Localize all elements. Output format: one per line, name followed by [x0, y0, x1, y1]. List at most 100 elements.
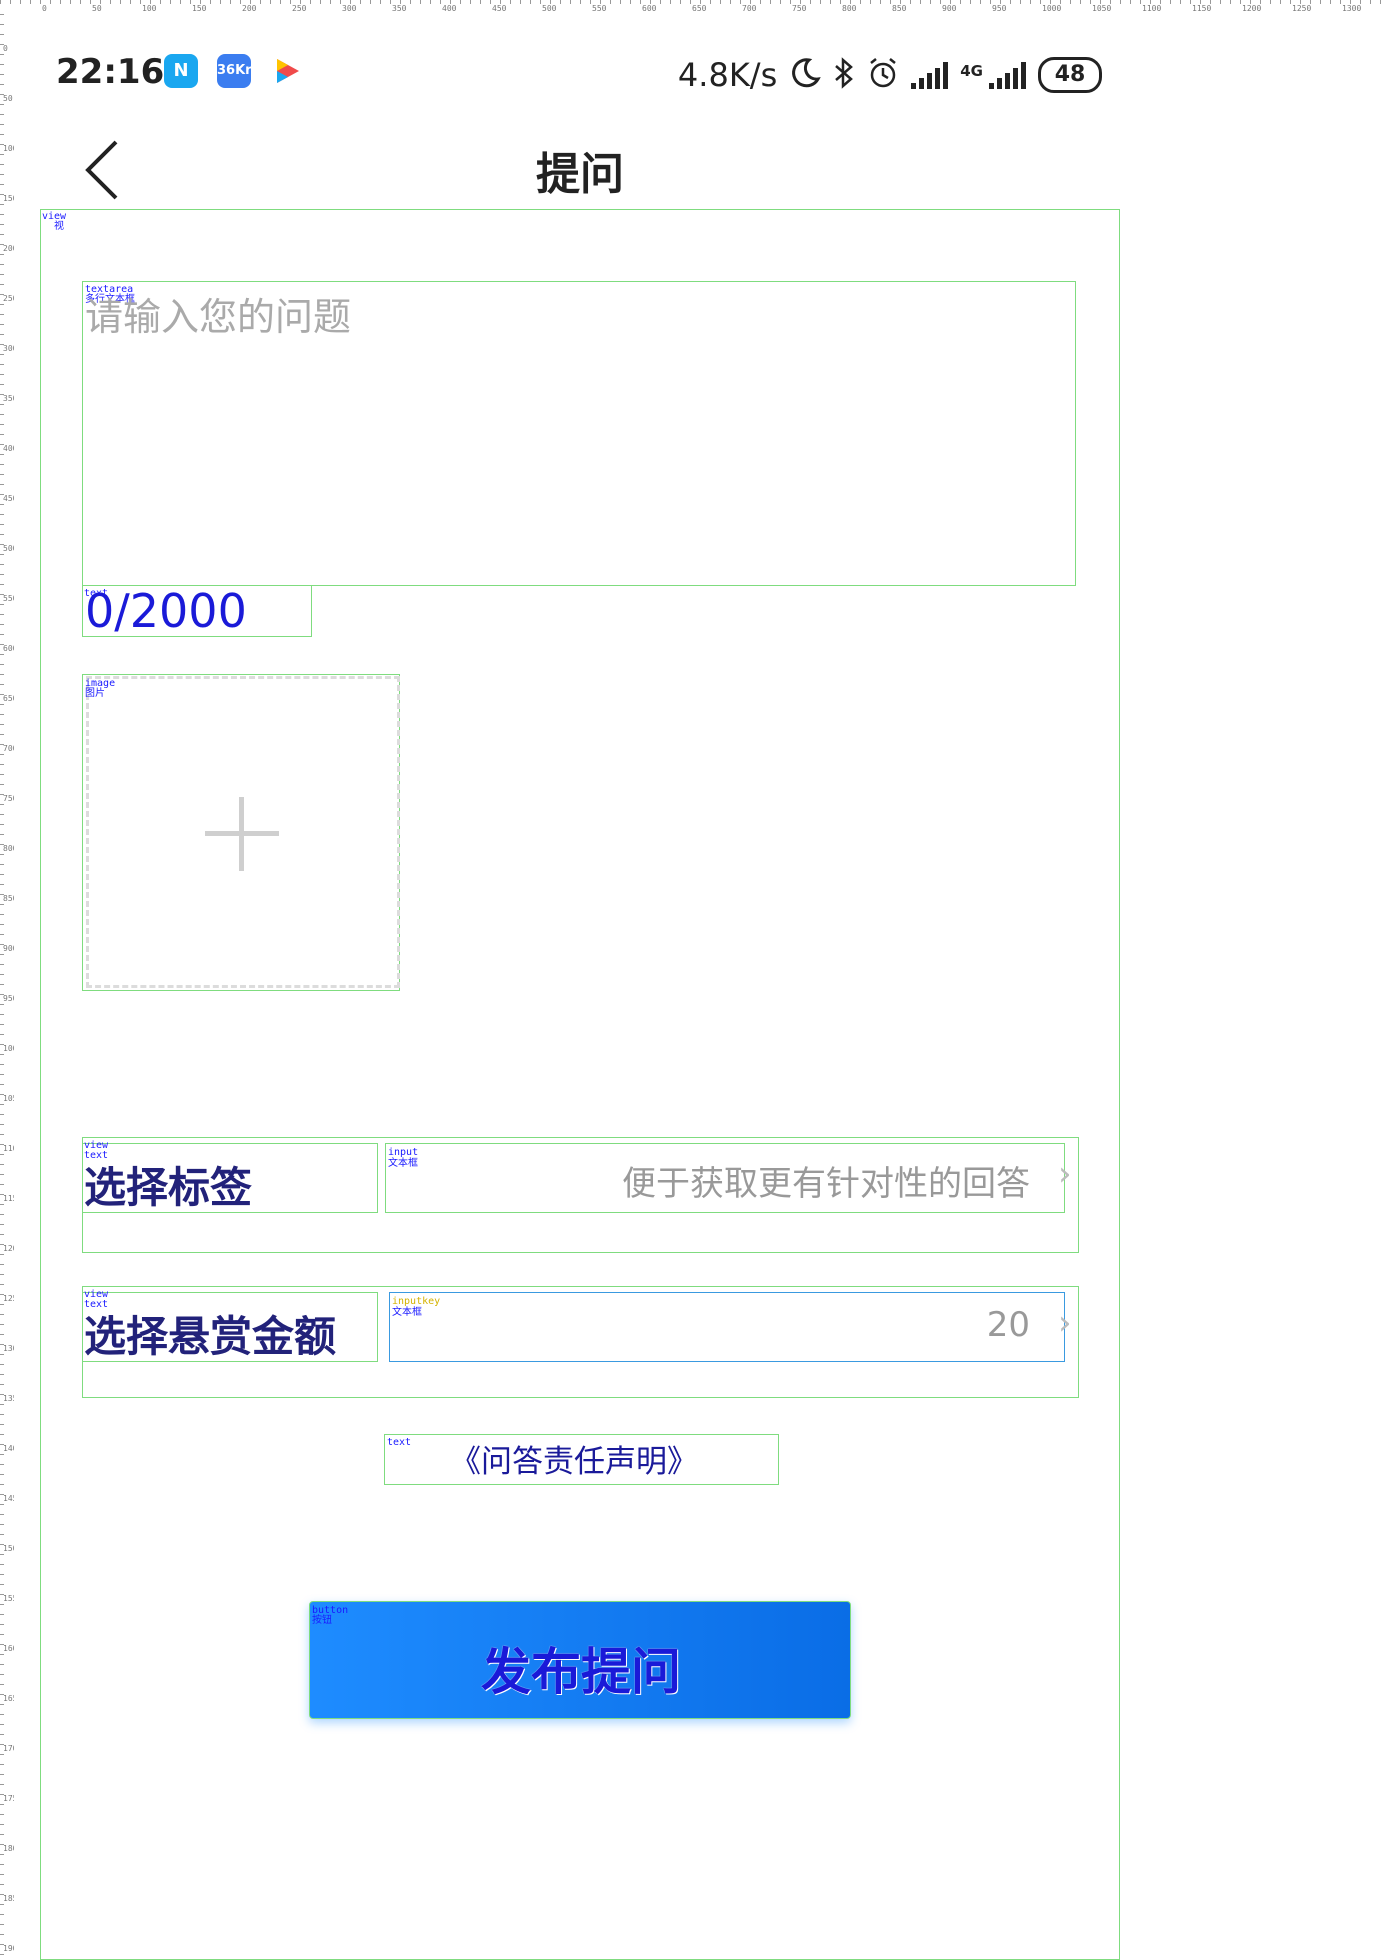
status-right: 4.8K/s 4G 48: [678, 50, 1102, 100]
question-placeholder: 请输入您的问题: [85, 295, 352, 339]
ruler-tick: 1600: [3, 1644, 14, 1653]
ruler-tick: 1450: [3, 1494, 14, 1503]
ruler-tick: 50: [92, 4, 102, 13]
ruler-tick: 1300: [3, 1344, 14, 1353]
ruler-tick: 1150: [3, 1194, 14, 1203]
ruler-tick: 500: [542, 4, 557, 13]
ruler-tick: 700: [3, 744, 14, 753]
ruler-tick: 600: [642, 4, 657, 13]
top-ruler: 0 50 100 150 200 250 300 350 400 450 500 550 600 650 7…: [0, 0, 1384, 14]
ruler-tick: 1400: [3, 1444, 14, 1453]
debug-image-sub: 图片: [85, 688, 105, 699]
mobile-signal-4g: 4G: [960, 61, 1026, 89]
network-type-label: 4G: [960, 62, 983, 80]
ruler-tick: 300: [342, 4, 357, 13]
chevron-right-icon[interactable]: ›: [1058, 1154, 1072, 1194]
page-title: 提问: [536, 149, 624, 200]
tag-label: 选择标签: [84, 1163, 253, 1212]
ruler-tick: 1500: [3, 1544, 14, 1553]
ruler-tick: 850: [3, 894, 14, 903]
ruler-tick: 1650: [3, 1694, 14, 1703]
debug-input-tag: input: [388, 1147, 419, 1158]
publish-button-label: 发布提问: [481, 1643, 681, 1701]
ruler-tick: 650: [692, 4, 707, 13]
plus-icon: [205, 797, 279, 871]
ruler-tick: 600: [3, 644, 14, 653]
disclaimer-link[interactable]: 《问答责任声明》: [450, 1436, 698, 1481]
debug-button-sub: 按钮: [312, 1615, 332, 1626]
moon-icon: [789, 57, 822, 94]
ruler-tick: 1250: [3, 1294, 14, 1303]
ruler-tick: 1550: [3, 1594, 14, 1603]
ruler-tick: 1200: [1242, 4, 1262, 13]
ruler-tick: 1100: [1142, 4, 1162, 13]
alarm-icon: [867, 57, 899, 94]
ruler-tick: 300: [3, 344, 14, 353]
debug-inputkey-sub: 文本框: [392, 1307, 422, 1318]
ruler-tick: 1050: [3, 1094, 14, 1103]
tag-placeholder: 便于获取更有针对性的回答: [622, 1164, 1030, 1204]
char-counter: 0/2000: [85, 584, 247, 638]
debug-input-sub: 文本框: [388, 1158, 418, 1169]
ruler-tick: 800: [842, 4, 857, 13]
ruler-tick: 350: [392, 4, 407, 13]
net-speed: 4.8K/s: [677, 56, 778, 94]
ruler-tick: 1200: [3, 1244, 14, 1253]
ruler-tick: 100: [142, 4, 157, 13]
ruler-tick: 1100: [3, 1144, 14, 1153]
ruler-tick: 800: [3, 844, 14, 853]
ruler-tick: 1250: [1292, 4, 1312, 13]
debug-inputkey-tag: inputkey: [392, 1296, 441, 1307]
battery-icon: 48: [1038, 57, 1102, 93]
ruler-tick: 400: [442, 4, 457, 13]
ruler-tick: 900: [942, 4, 957, 13]
ruler-tick: 200: [242, 4, 257, 13]
ruler-tick: 150: [192, 4, 207, 13]
ruler-tick: 950: [3, 994, 14, 1003]
36kr-icon: 36Kr: [217, 54, 252, 88]
publish-button[interactable]: button 按钮 发布提问: [309, 1601, 851, 1719]
ruler-tick: 1000: [1042, 4, 1062, 13]
signal-4g-icon: [989, 61, 1026, 89]
reward-label: 选择悬赏金额: [84, 1312, 337, 1361]
ruler-tick: 1300: [1342, 4, 1362, 13]
reward-value: 20: [986, 1305, 1030, 1345]
ruler-tick: 550: [592, 4, 607, 13]
ruler-tick: 1700: [3, 1744, 14, 1753]
ruler-tick: 700: [742, 4, 757, 13]
status-time: 22:16: [56, 52, 165, 92]
ruler-tick: 450: [492, 4, 507, 13]
status-bar: 22:16 N 36Kr 4.8K/s 4G 48: [40, 50, 1120, 100]
ruler-tick: 650: [3, 694, 14, 703]
debug-disclaimer-tag: text: [387, 1437, 412, 1448]
signal-icon: [911, 61, 949, 89]
ruler-tick: 550: [3, 594, 14, 603]
chevron-right-icon[interactable]: ›: [1058, 1303, 1072, 1343]
ruler-tick: 850: [892, 4, 907, 13]
ruler-tick: 500: [3, 544, 14, 553]
debug-view-sub: 视: [54, 221, 64, 232]
ruler-tick: 1900: [3, 1944, 14, 1953]
ruler-tick: 200: [3, 244, 14, 253]
ruler-tick: 1150: [1192, 4, 1212, 13]
ruler-tick: 1350: [3, 1394, 14, 1403]
ruler-tick: 1850: [3, 1894, 14, 1903]
ruler-tick: 1750: [3, 1794, 14, 1803]
ruler-tick: 250: [292, 4, 307, 13]
bluetooth-icon: [833, 56, 855, 94]
ruler-tick: 750: [792, 4, 807, 13]
ruler-tick: 0: [3, 44, 8, 53]
ruler-tick: 1800: [3, 1844, 14, 1853]
ruler-tick: 0: [42, 4, 47, 13]
n-app-icon: N: [164, 54, 198, 88]
ruler-tick: 1050: [1092, 4, 1112, 13]
ruler-tick: 50: [3, 94, 13, 103]
ruler-tick: 400: [3, 444, 14, 453]
left-ruler: 0501001502002503003504004505005506006507…: [0, 14, 14, 1960]
play-app-icon: [270, 54, 304, 88]
ruler-tick: 900: [3, 944, 14, 953]
ruler-tick: 750: [3, 794, 14, 803]
ruler-tick: 950: [992, 4, 1007, 13]
ruler-tick: 450: [3, 494, 14, 503]
ruler-tick: 250: [3, 294, 14, 303]
